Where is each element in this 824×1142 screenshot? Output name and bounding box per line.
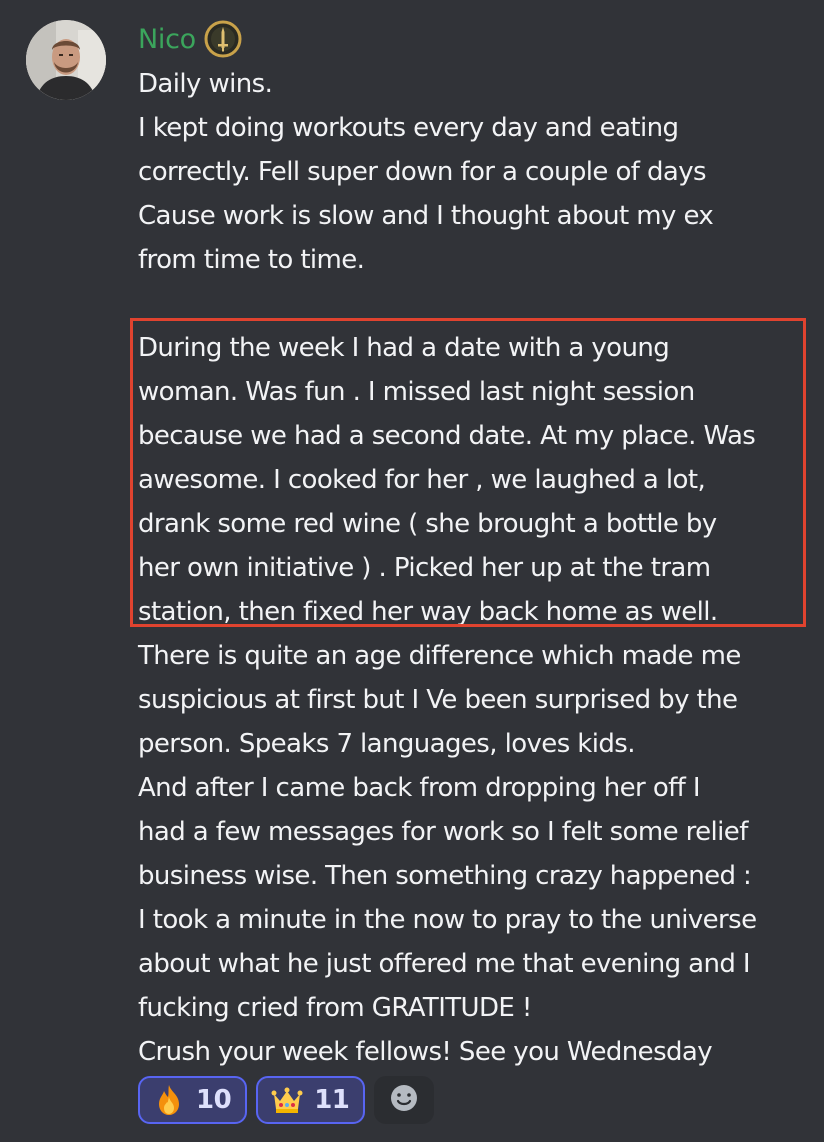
message-line: had a few messages for work so I felt so… [138, 817, 748, 847]
add-reaction-button[interactable] [374, 1076, 435, 1124]
message-line: because we had a second date. At my plac… [138, 421, 756, 451]
message-line: person. Speaks 7 languages, loves kids. [138, 729, 636, 759]
message-line: correctly. Fell super down for a couple … [138, 157, 707, 187]
dagger-badge-icon[interactable] [204, 20, 242, 58]
smiley-add-reaction-icon [388, 1082, 420, 1118]
reaction-count: 11 [314, 1085, 350, 1115]
message-line: Daily wins. [138, 69, 273, 99]
message-line: There is quite an age difference which m… [138, 641, 741, 671]
message-header: Nico [138, 19, 242, 59]
reaction-count: 10 [196, 1085, 232, 1115]
message-line: Cause work is slow and I thought about m… [138, 201, 714, 231]
message-line: woman. Was fun . I missed last night ses… [138, 377, 695, 407]
chat-message: Nico Daily wins. I kept doing workouts e… [0, 0, 824, 1142]
message-line: station, then fixed her way back home as… [138, 597, 718, 627]
message-line: business wise. Then something crazy happ… [138, 861, 752, 891]
message-line: her own initiative ) . Picked her up at … [138, 553, 711, 583]
crown-emoji-icon [270, 1083, 304, 1117]
fire-emoji-icon [152, 1083, 186, 1117]
reaction-crown[interactable]: 11 [256, 1076, 366, 1124]
message-line: suspicious at first but I Ve been surpri… [138, 685, 738, 715]
reaction-fire[interactable]: 10 [138, 1076, 248, 1124]
message-line: about what he just offered me that eveni… [138, 949, 751, 979]
message-line: And after I came back from dropping her … [138, 773, 701, 803]
message-line: Crush your week fellows! See you Wednesd… [138, 1037, 713, 1067]
message-line: drank some red wine ( she brought a bott… [138, 509, 717, 539]
message-line: I took a minute in the now to pray to th… [138, 905, 757, 935]
message-line: awesome. I cooked for her , we laughed a… [138, 465, 706, 495]
message-line: I kept doing workouts every day and eati… [138, 113, 679, 143]
avatar[interactable] [26, 20, 106, 100]
message-line: fucking cried from GRATITUDE ! [138, 993, 532, 1023]
message-line: from time to time. [138, 245, 365, 275]
reactions-bar: 10 11 [138, 1076, 435, 1124]
message-content: Daily wins. I kept doing workouts every … [138, 62, 818, 1074]
message-line: During the week I had a date with a youn… [138, 333, 670, 363]
username[interactable]: Nico [138, 24, 196, 55]
